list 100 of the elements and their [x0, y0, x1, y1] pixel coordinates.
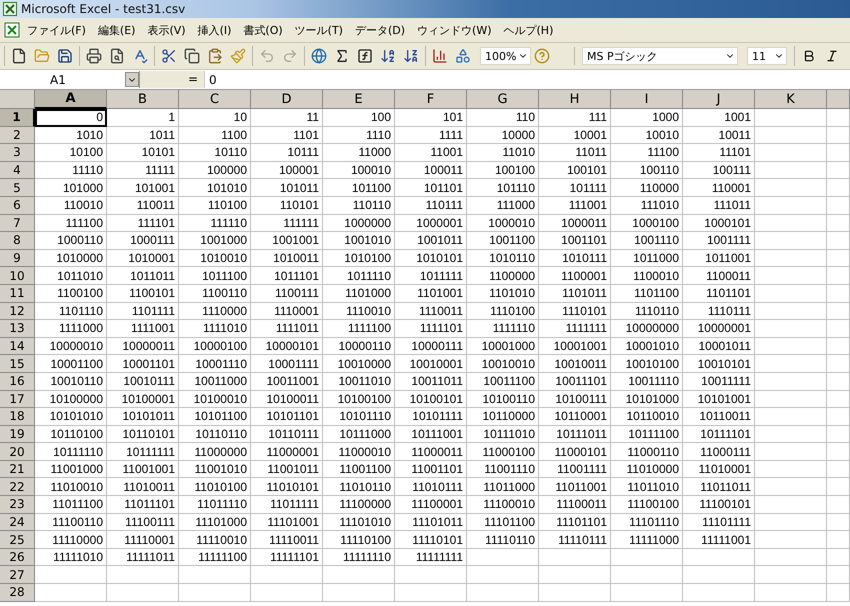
table-cell[interactable]: 11001000: [35, 460, 107, 478]
table-cell[interactable]: 11110000: [35, 531, 107, 549]
table-cell[interactable]: 11001001: [107, 460, 179, 478]
table-cell[interactable]: 1001100: [467, 232, 539, 250]
table-cell[interactable]: 1111111: [539, 320, 611, 338]
table-cell[interactable]: 11100001: [395, 496, 467, 514]
table-cell[interactable]: 11110011: [251, 531, 323, 549]
table-cell[interactable]: 10111111: [107, 443, 179, 461]
printer-button[interactable]: [84, 46, 104, 66]
table-cell[interactable]: 1101: [251, 126, 323, 144]
row-header[interactable]: 26: [0, 548, 35, 566]
table-cell[interactable]: 11100: [611, 144, 683, 162]
row-header[interactable]: 1: [0, 109, 35, 127]
table-cell[interactable]: 11000: [323, 144, 395, 162]
column-header[interactable]: [827, 90, 850, 109]
table-cell[interactable]: 101: [395, 109, 467, 127]
table-cell[interactable]: 10111011: [539, 426, 611, 444]
table-cell[interactable]: 11101111: [683, 514, 755, 532]
table-cell[interactable]: 10010100: [611, 355, 683, 373]
menu-item[interactable]: 表示(V): [142, 20, 191, 40]
column-header[interactable]: I: [611, 90, 683, 109]
row-header[interactable]: 19: [0, 426, 35, 444]
table-cell[interactable]: 11100111: [107, 514, 179, 532]
table-cell[interactable]: 10101001: [683, 390, 755, 408]
table-cell[interactable]: 11011001: [539, 478, 611, 496]
table-cell[interactable]: 1011010: [35, 267, 107, 285]
row-header[interactable]: 25: [0, 531, 35, 549]
table-cell[interactable]: 10100100: [323, 390, 395, 408]
menu-item[interactable]: ヘルプ(H): [498, 20, 558, 40]
copy-button[interactable]: [182, 46, 202, 66]
empty-cell[interactable]: [827, 408, 850, 426]
table-cell[interactable]: 10011000: [179, 372, 251, 390]
table-cell[interactable]: 11000000: [179, 443, 251, 461]
empty-cell[interactable]: [323, 566, 395, 584]
table-cell[interactable]: 10101111: [395, 408, 467, 426]
table-cell[interactable]: 100110: [611, 162, 683, 180]
table-cell[interactable]: 1111011: [251, 320, 323, 338]
table-cell[interactable]: 1001000: [179, 232, 251, 250]
table-cell[interactable]: 11001011: [251, 460, 323, 478]
table-cell[interactable]: 1101111: [107, 302, 179, 320]
table-cell[interactable]: 101110: [467, 179, 539, 197]
table-cell[interactable]: 11110100: [323, 531, 395, 549]
table-cell[interactable]: 10111110: [35, 443, 107, 461]
table-cell[interactable]: 10100001: [107, 390, 179, 408]
table-cell[interactable]: 10001: [539, 126, 611, 144]
table-cell[interactable]: 10101000: [611, 390, 683, 408]
table-cell[interactable]: 10011111: [683, 372, 755, 390]
table-cell[interactable]: 1001111: [683, 232, 755, 250]
menu-item[interactable]: 挿入(I): [192, 20, 236, 40]
table-cell[interactable]: 11000011: [395, 443, 467, 461]
table-cell[interactable]: 1001: [683, 109, 755, 127]
menu-item[interactable]: ツール(T): [290, 20, 348, 40]
empty-cell[interactable]: [827, 390, 850, 408]
table-cell[interactable]: 10100000: [35, 390, 107, 408]
table-cell[interactable]: 110110: [323, 196, 395, 215]
menu-item[interactable]: 編集(E): [92, 20, 140, 40]
table-cell[interactable]: 11010100: [179, 478, 251, 496]
table-cell[interactable]: 111110: [179, 214, 251, 232]
table-cell[interactable]: 11000110: [611, 443, 683, 461]
workbook-icon[interactable]: [4, 22, 20, 38]
table-cell[interactable]: 10110011: [683, 408, 755, 426]
table-cell[interactable]: 11110010: [179, 531, 251, 549]
table-cell[interactable]: 111000: [467, 196, 539, 215]
table-cell[interactable]: 11101010: [323, 514, 395, 532]
table-cell[interactable]: 1000100: [611, 214, 683, 232]
table-cell[interactable]: 10010101: [683, 355, 755, 373]
table-cell[interactable]: 10: [179, 109, 251, 127]
table-cell[interactable]: 110: [467, 109, 539, 127]
table-cell[interactable]: 10011100: [467, 372, 539, 390]
table-cell[interactable]: 10010010: [467, 355, 539, 373]
table-cell[interactable]: 11100101: [683, 496, 755, 514]
empty-cell[interactable]: [251, 584, 323, 602]
table-cell[interactable]: 1: [107, 109, 179, 127]
table-cell[interactable]: 111001: [539, 196, 611, 215]
table-cell[interactable]: 10001000: [467, 338, 539, 356]
empty-cell[interactable]: [683, 584, 755, 602]
table-cell[interactable]: 1000101: [683, 214, 755, 232]
empty-cell[interactable]: [755, 372, 827, 390]
table-cell[interactable]: 11000010: [323, 443, 395, 461]
table-cell[interactable]: 1110110: [611, 302, 683, 320]
table-cell[interactable]: 11000001: [251, 443, 323, 461]
table-cell[interactable]: 11111010: [35, 548, 107, 566]
table-cell[interactable]: 11001010: [179, 460, 251, 478]
table-cell[interactable]: 10100011: [251, 390, 323, 408]
table-cell[interactable]: 1010010: [179, 250, 251, 268]
table-cell[interactable]: 11101011: [395, 514, 467, 532]
table-cell[interactable]: 1000: [611, 109, 683, 127]
table-cell[interactable]: 1100001: [539, 267, 611, 285]
table-cell[interactable]: 11101001: [251, 514, 323, 532]
name-box[interactable]: A1: [0, 71, 140, 88]
empty-cell[interactable]: [755, 214, 827, 232]
empty-cell[interactable]: [755, 408, 827, 426]
table-cell[interactable]: 11001100: [323, 460, 395, 478]
empty-cell[interactable]: [827, 426, 850, 444]
column-header[interactable]: F: [395, 90, 467, 109]
table-cell[interactable]: 10110110: [179, 426, 251, 444]
table-cell[interactable]: 10111: [251, 144, 323, 162]
table-cell[interactable]: 1001010: [323, 232, 395, 250]
table-cell[interactable]: 1101000: [323, 284, 395, 303]
table-cell[interactable]: 111100: [35, 214, 107, 232]
